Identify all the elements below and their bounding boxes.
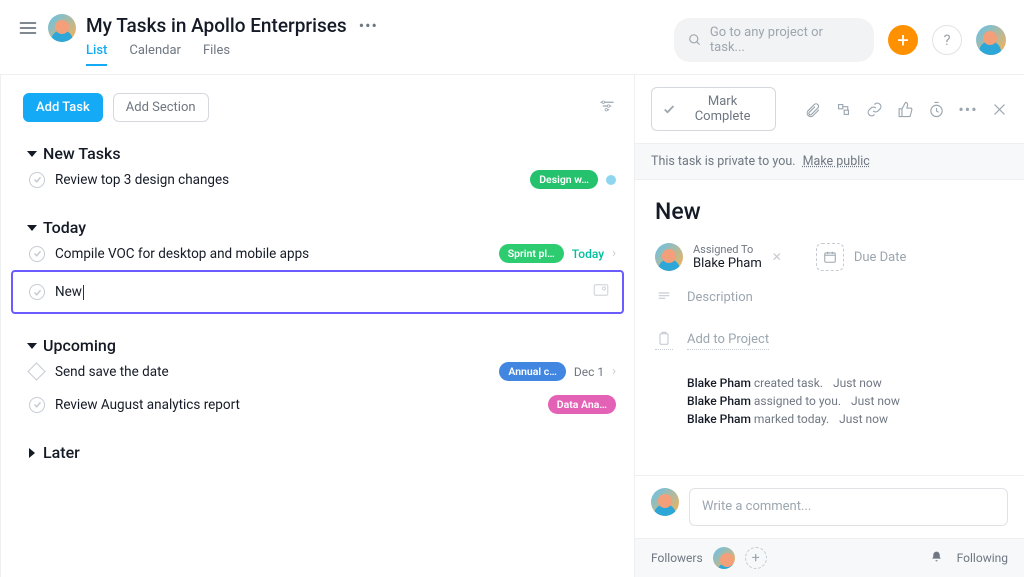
task-title[interactable]: New xyxy=(655,198,1004,225)
complete-check-icon[interactable] xyxy=(29,397,45,413)
tab-list[interactable]: List xyxy=(86,43,107,66)
more-options-icon[interactable]: ••• xyxy=(355,16,382,35)
filter-icon[interactable] xyxy=(598,97,616,119)
calendar-icon xyxy=(816,243,844,271)
assignee-label: Assigned To xyxy=(693,243,762,256)
complete-check-icon[interactable] xyxy=(29,246,45,262)
followers-bar: Followers + Following xyxy=(635,538,1024,577)
task-row-editing[interactable]: New xyxy=(11,270,624,314)
user-avatar[interactable] xyxy=(976,25,1006,55)
section-header-today[interactable]: Today xyxy=(23,218,628,237)
like-icon[interactable] xyxy=(897,100,914,118)
caret-down-icon xyxy=(27,343,37,349)
mark-complete-button[interactable]: Mark Complete xyxy=(651,87,776,131)
add-task-button[interactable]: Add Task xyxy=(23,93,103,122)
comment-avatar xyxy=(651,488,679,516)
main-content: Add Task Add Section New Tasks Review to… xyxy=(0,74,1024,577)
caret-down-icon xyxy=(27,151,37,157)
due-date-label: Due Date xyxy=(854,250,907,265)
task-detail-pane: Mark Complete ••• This task is private t… xyxy=(634,75,1024,577)
task-name: Compile VOC for desktop and mobile apps xyxy=(55,246,489,262)
page-title: My Tasks in Apollo Enterprises xyxy=(86,14,347,37)
section-header-later[interactable]: Later xyxy=(23,443,628,462)
section-upcoming: Upcoming Send save the date Annual c… De… xyxy=(23,336,634,421)
project-pill[interactable]: Sprint pl… xyxy=(499,244,564,263)
detail-toolbar: Mark Complete ••• xyxy=(635,75,1024,144)
section-title: Later xyxy=(43,443,80,462)
project-pill[interactable]: Design w… xyxy=(530,170,598,189)
task-name: Send save the date xyxy=(55,364,489,380)
global-search[interactable]: Go to any project or task... xyxy=(674,18,874,62)
tab-calendar[interactable]: Calendar xyxy=(129,43,181,66)
section-later: Later xyxy=(23,443,634,462)
subtask-icon[interactable] xyxy=(835,100,852,118)
tab-files[interactable]: Files xyxy=(203,43,230,66)
section-title: Today xyxy=(43,218,86,237)
due-date: Dec 1 xyxy=(574,365,604,379)
hamburger-menu-icon[interactable] xyxy=(18,18,38,42)
more-options-icon[interactable]: ••• xyxy=(959,100,977,118)
search-icon xyxy=(688,33,702,47)
workspace-avatar xyxy=(48,14,76,42)
search-placeholder: Go to any project or task... xyxy=(710,25,860,55)
copy-link-icon[interactable] xyxy=(866,100,883,118)
section-header-upcoming[interactable]: Upcoming xyxy=(23,336,628,355)
project-pill[interactable]: Data Ana… xyxy=(548,395,616,414)
task-row[interactable]: Send save the date Annual c… Dec 1 › xyxy=(23,355,628,388)
make-public-link[interactable]: Make public xyxy=(803,154,870,169)
section-today: Today Compile VOC for desktop and mobile… xyxy=(23,218,634,314)
help-button[interactable]: ? xyxy=(932,25,962,55)
add-follower-button[interactable]: + xyxy=(745,547,767,569)
task-name: Review August analytics report xyxy=(55,397,538,413)
view-tabs: List Calendar Files xyxy=(86,43,674,66)
due-date-field[interactable]: Due Date xyxy=(816,243,907,271)
close-icon[interactable] xyxy=(991,100,1008,118)
task-row[interactable]: Review August analytics report Data Ana… xyxy=(23,388,628,421)
add-to-project-field[interactable]: Add to Project xyxy=(655,331,1004,350)
description-icon xyxy=(655,289,673,305)
task-name-input[interactable]: New xyxy=(55,284,582,300)
description-field[interactable]: Description xyxy=(655,289,1004,305)
task-name: Review top 3 design changes xyxy=(55,172,520,188)
project-pill[interactable]: Annual c… xyxy=(499,362,566,381)
due-date: Today xyxy=(572,247,604,261)
chevron-right-icon: › xyxy=(612,364,616,379)
attachment-icon[interactable] xyxy=(592,281,610,303)
attachment-icon[interactable] xyxy=(804,100,821,118)
task-row[interactable]: Compile VOC for desktop and mobile apps … xyxy=(23,237,628,270)
section-new-tasks: New Tasks Review top 3 design changes De… xyxy=(23,144,634,196)
add-section-button[interactable]: Add Section xyxy=(113,93,209,122)
section-title: Upcoming xyxy=(43,336,116,355)
section-title: New Tasks xyxy=(43,144,121,163)
task-list-pane: Add Task Add Section New Tasks Review to… xyxy=(0,75,634,577)
caret-down-icon xyxy=(27,225,37,231)
comment-input[interactable]: Write a comment... xyxy=(689,488,1008,526)
privacy-banner: This task is private to you. Make public xyxy=(635,144,1024,180)
assignee-value: Blake Pham xyxy=(693,256,762,271)
assignee-avatar xyxy=(655,243,683,271)
clear-assignee-icon[interactable]: ✕ xyxy=(772,250,782,264)
assignee-field[interactable]: Assigned To Blake Pham ✕ xyxy=(655,243,782,271)
task-row[interactable]: Review top 3 design changes Design w… xyxy=(23,163,628,196)
activity-log: Blake Pham created task.Just now Blake P… xyxy=(687,376,1004,426)
bell-icon xyxy=(930,550,943,566)
section-header-new-tasks[interactable]: New Tasks xyxy=(23,144,628,163)
chevron-right-icon: › xyxy=(612,246,616,261)
complete-check-icon[interactable] xyxy=(29,284,45,300)
followers-label: Followers xyxy=(651,551,703,565)
global-add-button[interactable]: + xyxy=(888,25,918,55)
caret-right-icon xyxy=(29,448,35,458)
follower-avatar[interactable] xyxy=(713,547,735,569)
top-bar: My Tasks in Apollo Enterprises ••• List … xyxy=(0,0,1024,66)
comment-composer: Write a comment... xyxy=(635,475,1024,538)
complete-check-icon[interactable] xyxy=(29,172,45,188)
status-dot xyxy=(606,175,616,185)
following-toggle[interactable]: Following xyxy=(957,551,1008,565)
timer-icon[interactable] xyxy=(928,100,945,118)
milestone-icon[interactable] xyxy=(29,364,45,380)
clipboard-icon xyxy=(655,331,673,350)
